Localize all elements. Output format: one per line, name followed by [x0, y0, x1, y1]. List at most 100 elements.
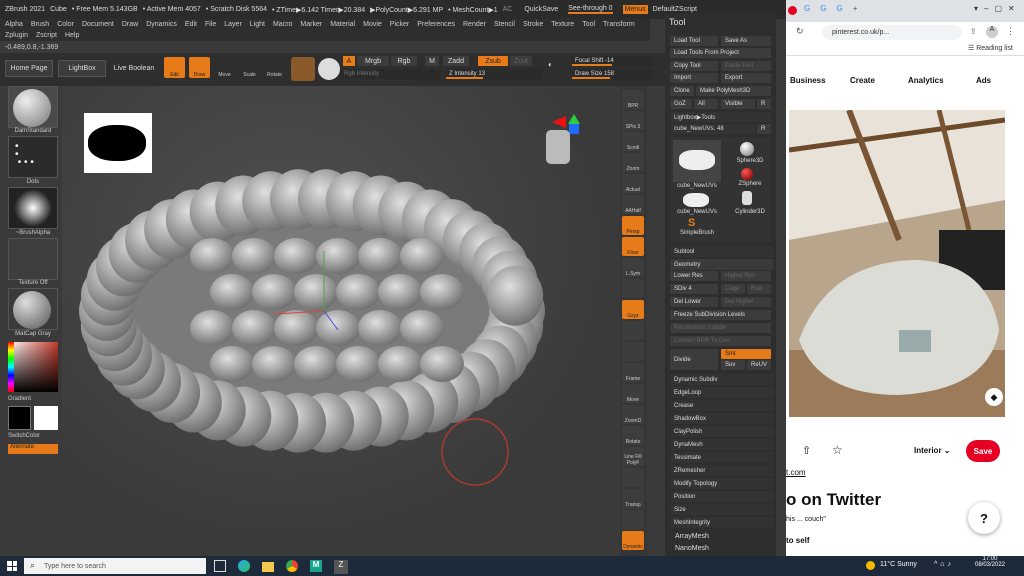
section-dynamic-subdiv[interactable]: Dynamic Subdiv [670, 374, 773, 385]
simplebrush-icon[interactable]: S [688, 217, 695, 229]
live-boolean-button[interactable]: Live Boolean [110, 60, 158, 77]
menu-dynamics[interactable]: Dynamics [146, 21, 177, 28]
section-zremesher[interactable]: ZRemesher [670, 465, 773, 476]
color-picker[interactable] [8, 342, 58, 392]
save-button[interactable]: Save [966, 440, 1000, 462]
focal-toggle-icon[interactable]: ◐ [548, 60, 566, 78]
weather-label[interactable]: 11°C Sunny [880, 561, 917, 568]
menu-zscript[interactable]: Zscript [36, 32, 57, 39]
paste-tool-button[interactable]: Paste Tool [721, 61, 771, 71]
section-edgeloop[interactable]: EdgeLoop [670, 387, 773, 398]
menu-edit[interactable]: Edit [185, 21, 197, 28]
url-field[interactable]: pinterest.co.uk/p... [822, 25, 962, 40]
menu-preferences[interactable]: Preferences [417, 21, 455, 28]
section-shadowbox[interactable]: ShadowBox [670, 413, 773, 424]
freeze-subdivision-button[interactable]: Freeze SubDivision Levels [670, 310, 771, 320]
draw-button[interactable]: Draw [189, 57, 210, 78]
rgb-toggle[interactable]: Rgb [391, 56, 417, 66]
menu-draw[interactable]: Draw [122, 21, 138, 28]
menu-alpha[interactable]: Alpha [5, 21, 23, 28]
menu-zplugin[interactable]: Zplugin [5, 32, 28, 39]
viewport-btn-gxyz[interactable]: Gxyz [622, 300, 644, 319]
section-tessimate[interactable]: Tessimate [670, 452, 773, 463]
weather-sun-icon[interactable] [866, 561, 875, 570]
menu-picker[interactable]: Picker [390, 21, 409, 28]
export-button[interactable]: Export [721, 73, 771, 83]
menu-document[interactable]: Document [82, 21, 114, 28]
share-pin-icon[interactable]: ⇧ [802, 444, 811, 457]
menu-transform[interactable]: Transform [603, 21, 635, 28]
menu-color[interactable]: Color [57, 21, 74, 28]
switch-color-button[interactable]: SwitchColor [8, 433, 58, 439]
goz-button[interactable]: GoZ [670, 99, 692, 109]
menu-movie[interactable]: Movie [363, 21, 382, 28]
zbrush-taskbar-icon[interactable]: Z [334, 560, 348, 574]
menu-texture[interactable]: Texture [551, 21, 574, 28]
brush-swatch-icon[interactable] [318, 58, 340, 80]
pin-photo[interactable]: ◆ [788, 108, 1006, 417]
viewport-btn-line-fill-polyf[interactable]: Line Fill PolyF [622, 447, 644, 466]
make-polymesh-button[interactable]: Make PolyMesh3D [696, 86, 771, 96]
menu-light[interactable]: Light [250, 21, 265, 28]
lightbox-button[interactable]: LightBox [58, 60, 106, 77]
save-as-button[interactable]: Save As [721, 36, 771, 46]
source-link[interactable]: t.com [786, 468, 806, 477]
convert-bpr-button[interactable]: Convert BPR To Geo [670, 336, 771, 346]
section-crease[interactable]: Crease [670, 400, 773, 411]
section-meshintegrity[interactable]: MeshIntegrity [670, 517, 773, 528]
menu-stencil[interactable]: Stencil [494, 21, 515, 28]
zcut-toggle[interactable]: Zcut [510, 56, 532, 66]
nav-create[interactable]: Create [850, 76, 875, 85]
viewport-btn-transp[interactable]: Transp [622, 489, 644, 508]
scale-button[interactable]: Scale [239, 57, 260, 78]
higher-res-button[interactable]: Higher Res [721, 271, 771, 281]
menu-marker[interactable]: Marker [300, 21, 322, 28]
current-tool-slider[interactable]: cube_NewUVs. 48 [670, 124, 755, 134]
section-dynamesh[interactable]: DynaMesh [670, 439, 773, 450]
viewport-btn-zoom[interactable]: Zoom [622, 153, 644, 172]
new-tab-button[interactable]: + [853, 4, 858, 22]
menu-material[interactable]: Material [330, 21, 355, 28]
cube-newuvs-small-icon[interactable] [683, 193, 709, 207]
nav-business[interactable]: Business [790, 76, 826, 85]
menu-tool[interactable]: Tool [582, 21, 595, 28]
edge-icon[interactable] [238, 560, 250, 572]
rotate-button[interactable]: Rotate [264, 57, 285, 78]
menu-brush[interactable]: Brush [31, 21, 49, 28]
tray-icons[interactable]: ^⌂♪ [934, 561, 954, 568]
nav-ads[interactable]: Ads [976, 76, 991, 85]
menu-file[interactable]: File [205, 21, 216, 28]
window-controls-icon[interactable]: ▾–▢✕ [974, 4, 1021, 13]
del-lower-button[interactable]: Del Lower [670, 297, 718, 307]
cylinder3d-icon[interactable] [742, 191, 752, 205]
draw-size-slider[interactable]: Draw Size 158 [572, 69, 652, 79]
smt-toggle[interactable]: Smt [721, 349, 771, 359]
viewport-btn-actual[interactable]: Actual [622, 174, 644, 193]
section-modify-topology[interactable]: Modify Topology [670, 478, 773, 489]
m-toggle[interactable]: M [425, 56, 439, 66]
secondary-color-swatch[interactable] [34, 406, 58, 430]
menu-render[interactable]: Render [463, 21, 486, 28]
quicksave-button[interactable]: QuickSave [524, 6, 558, 13]
viewport-btn-slot-9[interactable] [622, 279, 644, 298]
rstr-button[interactable]: Rstr [747, 284, 771, 294]
profile-avatar[interactable]: A [986, 26, 998, 38]
move-button[interactable]: Move [214, 57, 235, 78]
see-through-slider[interactable]: See-through 0 [568, 5, 613, 14]
del-higher-button[interactable]: Del Higher [721, 297, 771, 307]
tool-thumb-cube-newuvs[interactable] [673, 140, 721, 182]
clock[interactable]: 17:00 08/03/2022 [960, 556, 1020, 568]
zsub-toggle[interactable]: Zsub [478, 56, 508, 66]
start-windows-icon[interactable] [7, 561, 17, 571]
viewport-btn-persp[interactable]: Persp [622, 216, 644, 235]
taskbar-search[interactable]: ⌕ Type here to search [24, 558, 206, 574]
file-explorer-icon[interactable] [262, 562, 274, 572]
arraymesh-section[interactable]: ArrayMesh [675, 533, 709, 540]
import-button[interactable]: Import [670, 73, 718, 83]
clone-button[interactable]: Clone [670, 86, 694, 96]
viewport-btn-bpr[interactable]: BPR [622, 90, 644, 109]
rgb-intensity-slider[interactable]: Rgb Intensity [341, 69, 441, 79]
sphere3d-icon[interactable] [740, 142, 754, 156]
reconstruct-subdiv-button[interactable]: Reconstruct Subdiv [670, 323, 771, 333]
section-size[interactable]: Size [670, 504, 773, 515]
